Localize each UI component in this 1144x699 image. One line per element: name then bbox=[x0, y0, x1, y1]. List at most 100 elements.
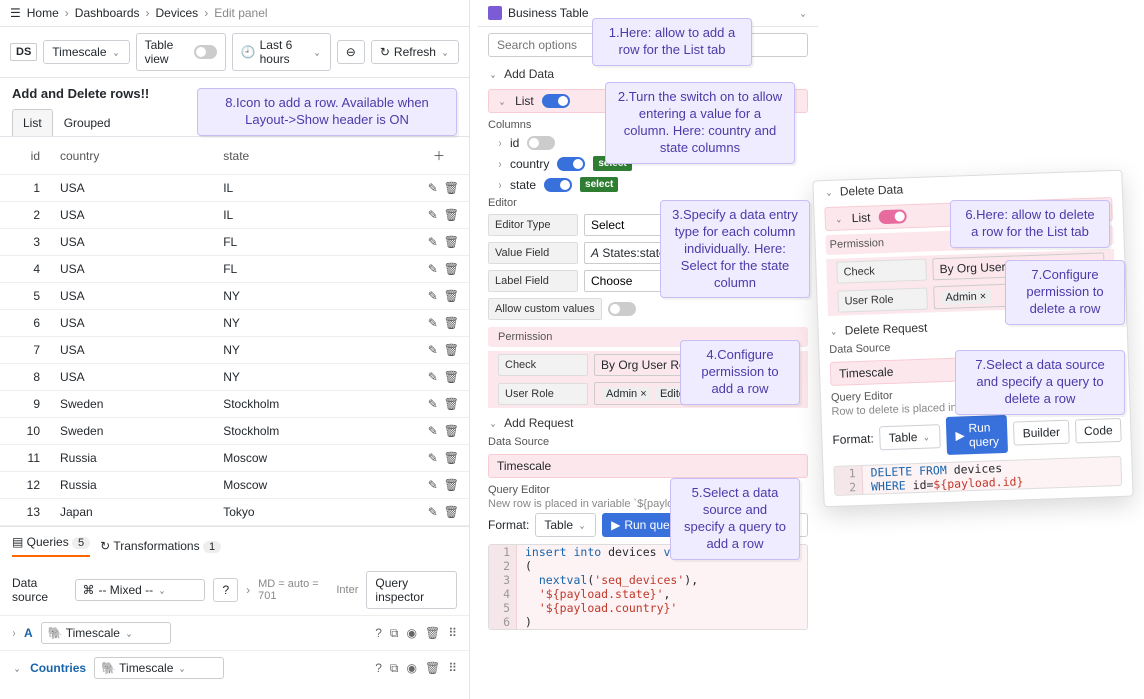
edit-icon[interactable]: ✎ bbox=[428, 208, 438, 222]
delete-user-role-label: User Role bbox=[837, 287, 928, 312]
add-ds-value[interactable]: Timescale bbox=[488, 454, 808, 478]
format-label: Format: bbox=[488, 518, 529, 532]
column-toggle[interactable] bbox=[557, 157, 585, 171]
edit-icon[interactable]: ✎ bbox=[428, 235, 438, 249]
editor-type-label: Editor Type bbox=[488, 214, 578, 236]
eye-icon[interactable]: ◉ bbox=[406, 626, 416, 641]
table-view-toggle[interactable]: Table view bbox=[136, 33, 226, 71]
col-state[interactable]: state bbox=[213, 137, 409, 175]
menu-icon[interactable]: ☰ bbox=[10, 6, 21, 20]
delete-icon[interactable]: 🗑 bbox=[444, 181, 459, 195]
delete-role-admin-chip[interactable]: Admin × bbox=[940, 289, 991, 305]
delete-run-query-button[interactable]: ▶ Run query bbox=[946, 415, 1009, 455]
crumb-devices[interactable]: Devices bbox=[156, 6, 199, 20]
table-row: 6USANY✎🗑 bbox=[0, 310, 469, 337]
annotation-2: 2.Turn the switch on to allow entering a… bbox=[605, 82, 795, 164]
delete-icon[interactable]: 🗑 bbox=[444, 424, 459, 438]
query-ds-select[interactable]: 🐘 Timescale ⌄ bbox=[41, 622, 171, 644]
delete-icon[interactable]: 🗑 bbox=[444, 208, 459, 222]
expand-icon[interactable]: ⌄ bbox=[14, 661, 21, 675]
table-row: 2USAIL✎🗑 bbox=[0, 202, 469, 229]
expand-icon[interactable]: › bbox=[13, 626, 16, 640]
crumb-dashboards[interactable]: Dashboards bbox=[75, 6, 140, 20]
delete-list-toggle[interactable] bbox=[878, 209, 906, 224]
delete-query-editor[interactable]: 1DELETE FROM devices2WHERE id=${payload.… bbox=[833, 456, 1122, 496]
delete-icon[interactable]: 🗑 bbox=[444, 343, 459, 357]
trash-icon[interactable]: 🗑 bbox=[425, 626, 440, 641]
tab-queries[interactable]: ▤ Queries 5 bbox=[12, 535, 90, 557]
check-label: Check bbox=[498, 354, 588, 376]
table-row: 3USAFL✎🗑 bbox=[0, 229, 469, 256]
duplicate-icon[interactable]: ⧉ bbox=[390, 626, 399, 641]
duplicate-icon[interactable]: ⧉ bbox=[390, 661, 399, 676]
query-ds-select[interactable]: 🐘 Timescale ⌄ bbox=[94, 657, 224, 679]
edit-icon[interactable]: ✎ bbox=[428, 370, 438, 384]
query-ref[interactable]: Countries bbox=[30, 661, 86, 675]
help-icon[interactable]: ? bbox=[375, 661, 382, 676]
annotation-7: 7.Configure permission to delete a row bbox=[1005, 260, 1125, 325]
annotation-4: 4.Configure permission to add a row bbox=[680, 340, 800, 405]
drag-icon[interactable]: ⠿ bbox=[448, 661, 457, 676]
edit-icon[interactable]: ✎ bbox=[428, 316, 438, 330]
datasource-picker[interactable]: Timescale ⌄ bbox=[43, 40, 129, 64]
table-row: 12RussiaMoscow✎🗑 bbox=[0, 472, 469, 499]
query-ref[interactable]: A bbox=[24, 626, 33, 640]
tab-grouped[interactable]: Grouped bbox=[53, 109, 122, 136]
add-row-button[interactable]: ＋ bbox=[419, 143, 459, 168]
delete-icon[interactable]: 🗑 bbox=[444, 505, 459, 519]
delete-icon[interactable]: 🗑 bbox=[444, 235, 459, 249]
delete-icon[interactable]: 🗑 bbox=[444, 478, 459, 492]
zoom-out-button[interactable]: ⊖ bbox=[337, 40, 365, 64]
crumb-current: Edit panel bbox=[214, 6, 267, 20]
column-toggle[interactable] bbox=[544, 178, 572, 192]
tab-list[interactable]: List bbox=[12, 109, 53, 136]
query-row: › A 🐘 Timescale ⌄? ⧉ ◉ 🗑 ⠿ bbox=[0, 615, 469, 650]
edit-icon[interactable]: ✎ bbox=[428, 343, 438, 357]
column-toggle[interactable] bbox=[527, 136, 555, 150]
format-select[interactable]: Table ⌄ bbox=[535, 513, 596, 537]
data-source-select[interactable]: ⌘ -- Mixed -- ⌄ bbox=[75, 579, 205, 601]
edit-icon[interactable]: ✎ bbox=[428, 397, 438, 411]
trash-icon[interactable]: 🗑 bbox=[425, 661, 440, 676]
edit-icon[interactable]: ✎ bbox=[428, 289, 438, 303]
edit-icon[interactable]: ✎ bbox=[428, 181, 438, 195]
role-admin-chip[interactable]: Admin × bbox=[601, 387, 652, 401]
delete-icon[interactable]: 🗑 bbox=[444, 289, 459, 303]
delete-icon[interactable]: 🗑 bbox=[444, 316, 459, 330]
ds-help-button[interactable]: ? bbox=[213, 578, 238, 602]
select-pill: select bbox=[580, 177, 618, 192]
list-toggle[interactable] bbox=[542, 94, 570, 108]
delete-icon[interactable]: 🗑 bbox=[444, 370, 459, 384]
delete-icon[interactable]: 🗑 bbox=[444, 451, 459, 465]
col-country[interactable]: country bbox=[50, 137, 213, 175]
value-field-label: Value Field bbox=[488, 242, 578, 264]
delete-builder-tab[interactable]: Builder bbox=[1013, 420, 1069, 446]
delete-format-select[interactable]: Table ⌄ bbox=[879, 424, 941, 450]
table-row: 8USANY✎🗑 bbox=[0, 364, 469, 391]
help-icon[interactable]: ? bbox=[375, 626, 382, 641]
edit-icon[interactable]: ✎ bbox=[428, 505, 438, 519]
table-row: 11RussiaMoscow✎🗑 bbox=[0, 445, 469, 472]
ds-badge: DS bbox=[10, 43, 37, 61]
tab-transformations[interactable]: ↻ Transformations 1 bbox=[100, 539, 221, 553]
delete-icon[interactable]: 🗑 bbox=[444, 262, 459, 276]
eye-icon[interactable]: ◉ bbox=[406, 661, 416, 676]
edit-icon[interactable]: ✎ bbox=[428, 478, 438, 492]
data-table: id country state ＋ 1USAIL✎🗑2USAIL✎🗑3USAF… bbox=[0, 137, 469, 526]
toolbar: DS Timescale ⌄ Table view 🕘 Last 6 hours… bbox=[0, 27, 469, 78]
edit-icon[interactable]: ✎ bbox=[428, 424, 438, 438]
annotation-8: 8.Icon to add a row. Available when Layo… bbox=[197, 88, 457, 136]
annotation-7b: 7.Select a data source and specify a que… bbox=[955, 350, 1125, 415]
col-id[interactable]: id bbox=[0, 137, 50, 175]
refresh-button[interactable]: ↻ Refresh ⌄ bbox=[371, 40, 459, 64]
edit-icon[interactable]: ✎ bbox=[428, 451, 438, 465]
query-inspector-button[interactable]: Query inspector bbox=[366, 571, 457, 609]
delete-code-tab[interactable]: Code bbox=[1075, 418, 1122, 444]
drag-icon[interactable]: ⠿ bbox=[448, 626, 457, 641]
edit-icon[interactable]: ✎ bbox=[428, 262, 438, 276]
add-request-section[interactable]: ⌄Add Request bbox=[478, 412, 818, 434]
crumb-home[interactable]: Home bbox=[27, 6, 59, 20]
delete-icon[interactable]: 🗑 bbox=[444, 397, 459, 411]
time-range-picker[interactable]: 🕘 Last 6 hours ⌄ bbox=[232, 33, 331, 71]
allow-custom-toggle[interactable] bbox=[608, 302, 636, 316]
